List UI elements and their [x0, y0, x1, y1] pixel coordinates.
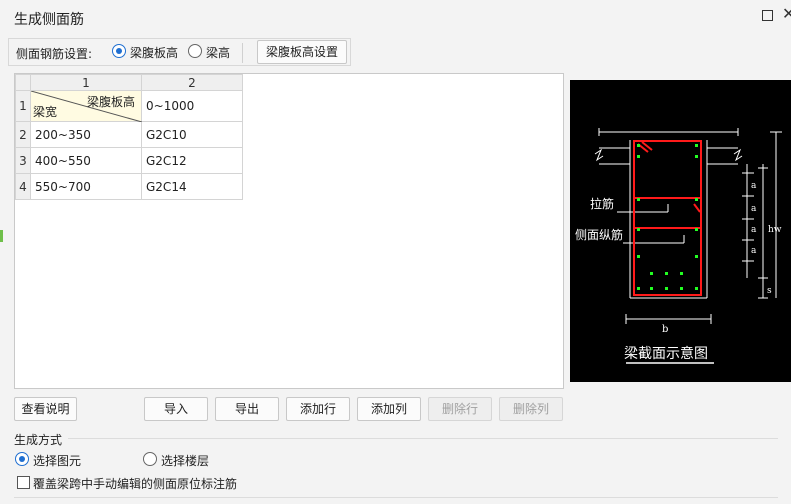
- table-cell[interactable]: G2C12: [141, 147, 243, 174]
- radio-beam-height[interactable]: [188, 44, 202, 58]
- dialog-title: 生成侧面筋: [14, 12, 84, 28]
- add-row-button[interactable]: 添加行: [286, 397, 350, 421]
- dim-a-label: a: [751, 225, 757, 235]
- overwrite-checkbox-label[interactable]: 覆盖梁跨中手动编辑的侧面原位标注筋: [33, 475, 237, 492]
- table-cell[interactable]: 200~350: [30, 121, 142, 148]
- diagonal-header-cell[interactable]: 梁腹板高 梁宽: [30, 90, 142, 122]
- radio-beam-height-label[interactable]: 梁高: [206, 44, 230, 61]
- radio-web-height[interactable]: [112, 44, 126, 58]
- row-header[interactable]: 2: [15, 121, 31, 148]
- divider: [14, 497, 778, 498]
- rebar-dots: [637, 144, 698, 290]
- radio-select-element[interactable]: [15, 452, 29, 466]
- web-height-settings-button[interactable]: 梁腹板高设置: [257, 40, 347, 64]
- export-button[interactable]: 导出: [215, 397, 279, 421]
- dim-hw-label: hw: [768, 225, 782, 235]
- table-cell[interactable]: 0~1000: [141, 90, 243, 122]
- side-rebar-setting-label: 侧面钢筋设置:: [16, 47, 93, 61]
- background-window-edge: [0, 230, 3, 242]
- diagonal-bottom-label: 梁宽: [33, 105, 58, 119]
- column-header[interactable]: 2: [141, 74, 243, 91]
- side-rebar-setting-group: 侧面钢筋设置: 梁腹板高 梁高 梁腹板高设置: [8, 38, 351, 66]
- generate-method-label: 生成方式: [14, 433, 63, 447]
- view-help-button[interactable]: 查看说明: [14, 397, 77, 421]
- dim-a-label: a: [751, 181, 757, 191]
- maximize-icon[interactable]: [762, 10, 773, 21]
- diagram-caption: 梁截面示意图: [624, 345, 708, 362]
- radio-select-floor[interactable]: [143, 452, 157, 466]
- overwrite-checkbox[interactable]: [17, 476, 30, 489]
- dim-a-label: a: [751, 204, 757, 214]
- dim-b-label: b: [662, 324, 668, 335]
- row-header[interactable]: 3: [15, 147, 31, 174]
- row-header[interactable]: 4: [15, 173, 31, 200]
- tie-label: 拉筋: [590, 196, 614, 211]
- add-column-button[interactable]: 添加列: [357, 397, 421, 421]
- delete-row-button[interactable]: 删除行: [428, 397, 492, 421]
- beam-section-drawing: 拉筋 侧面纵筋 a a a a hw s b 梁截面示意图: [575, 128, 782, 364]
- table-cell[interactable]: 550~700: [30, 173, 142, 200]
- rebar-table: 1 2 1 梁腹板高 梁宽 0~1000 2 200~350 G2C10 3 4…: [15, 74, 243, 200]
- beam-section-diagram: 拉筋 侧面纵筋 a a a a hw s b 梁截面示意图: [570, 80, 791, 382]
- divider: [242, 43, 243, 63]
- divider: [68, 438, 778, 439]
- rebar-grid[interactable]: 1 2 1 梁腹板高 梁宽 0~1000 2 200~350 G2C10 3 4…: [14, 73, 564, 389]
- import-button[interactable]: 导入: [144, 397, 208, 421]
- diagonal-top-label: 梁腹板高: [86, 95, 135, 109]
- column-header[interactable]: 1: [30, 74, 142, 91]
- table-cell[interactable]: G2C14: [141, 173, 243, 200]
- delete-column-button[interactable]: 删除列: [499, 397, 563, 421]
- title-bar: 生成侧面筋 ✕: [0, 0, 791, 34]
- dim-s-label: s: [767, 286, 772, 296]
- table-cell[interactable]: 400~550: [30, 147, 142, 174]
- grid-corner[interactable]: [15, 74, 31, 91]
- close-icon[interactable]: ✕: [782, 6, 791, 22]
- side-rebar-label: 侧面纵筋: [575, 227, 623, 242]
- radio-select-element-label[interactable]: 选择图元: [33, 452, 81, 469]
- radio-select-floor-label[interactable]: 选择楼层: [161, 452, 209, 469]
- radio-web-height-label[interactable]: 梁腹板高: [130, 44, 178, 61]
- table-cell[interactable]: G2C10: [141, 121, 243, 148]
- dim-a-label: a: [751, 246, 757, 256]
- row-header[interactable]: 1: [15, 90, 31, 122]
